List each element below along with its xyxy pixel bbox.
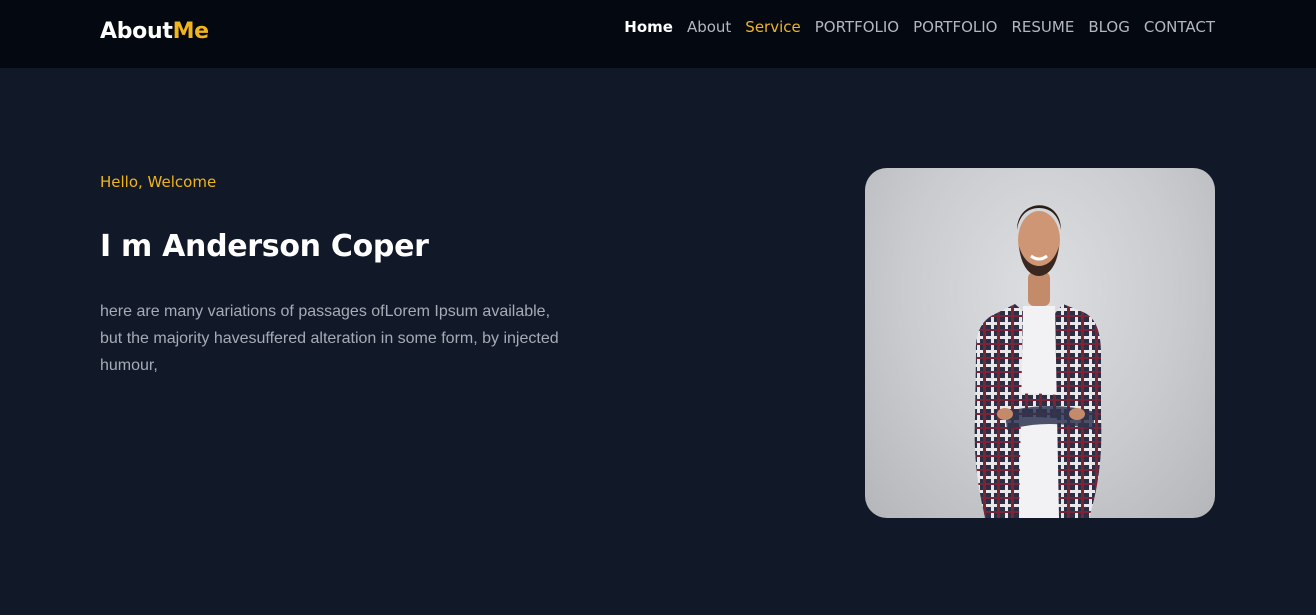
main-nav: Home About Service PORTFOLIO PORTFOLIO R… (624, 17, 1215, 37)
brand-accent-text: Me (172, 19, 210, 44)
nav-link-resume[interactable]: RESUME (1011, 17, 1074, 37)
nav-link-home[interactable]: Home (624, 17, 673, 37)
nav-link-contact[interactable]: CONTACT (1144, 17, 1215, 37)
brand-logo[interactable]: AboutMe (100, 19, 209, 44)
nav-link-service[interactable]: Service (745, 17, 800, 37)
nav-link-blog[interactable]: BLOG (1088, 17, 1130, 37)
nav-link-about[interactable]: About (687, 17, 731, 37)
navbar: AboutMe Home About Service PORTFOLIO POR… (0, 0, 1316, 68)
hero-description: here are many variations of passages ofL… (100, 303, 559, 374)
hero-greeting: Hello, Welcome (100, 173, 217, 191)
hero-title: I m Anderson Coper (100, 229, 429, 264)
nav-link-portfolio[interactable]: PORTFOLIO (815, 17, 899, 37)
profile-portrait-illustration (974, 205, 1102, 518)
profile-photo (865, 168, 1215, 518)
nav-link-portfolio-2[interactable]: PORTFOLIO (913, 17, 997, 37)
brand-text: About (100, 19, 173, 44)
